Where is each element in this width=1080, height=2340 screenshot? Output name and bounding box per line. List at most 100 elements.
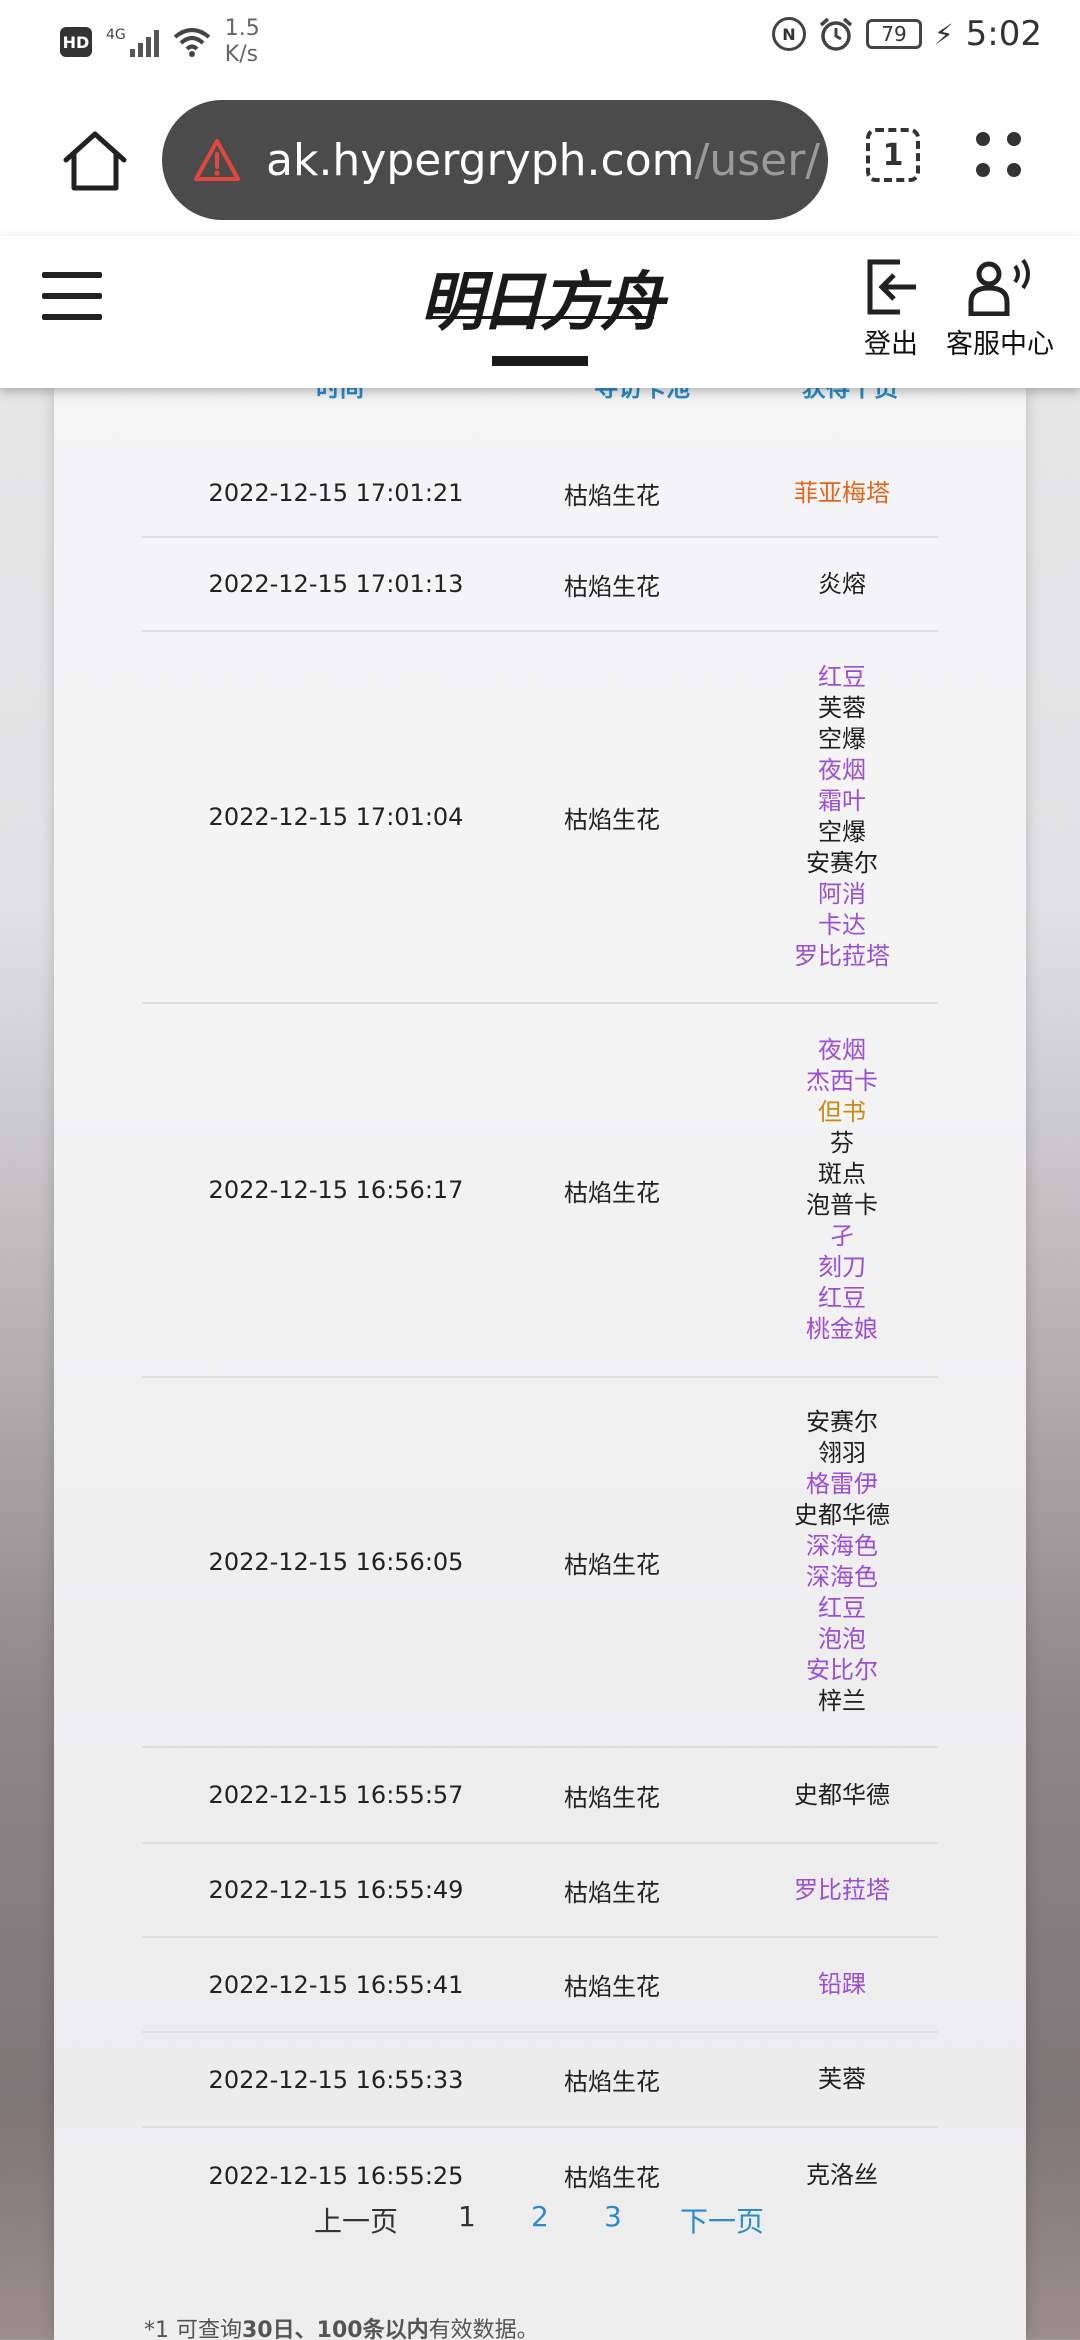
prev-page-link[interactable]: 上一页 [314, 2200, 398, 2240]
charging-icon: ⚡ [933, 17, 954, 51]
hamburger-menu-icon[interactable] [42, 272, 102, 320]
logout-icon [867, 259, 916, 315]
operator-name: 空爆 [818, 725, 866, 753]
customer-service-button[interactable]: 客服中心 [946, 258, 1054, 361]
operator-name: 空爆 [818, 818, 866, 846]
logo-stroke [426, 316, 654, 319]
table-header: 时间 寻访卡池 获得干员 [54, 374, 1026, 410]
speed-value: 1.5 [224, 16, 260, 41]
arknights-logo[interactable]: 明日方舟 [420, 258, 664, 368]
row-time: 2022-12-15 17:01:13 [208, 570, 464, 598]
operator-name: 卡达 [818, 911, 866, 939]
operator-name: 红豆 [818, 1594, 866, 1622]
operator-name: 杰西卡 [806, 1067, 878, 1095]
pagination: 上一页 1 2 3 下一页 [0, 2200, 1080, 2250]
operator-name: 克洛丝 [806, 2161, 878, 2189]
site-header: 明日方舟 登出 客服中心 [0, 236, 1080, 388]
note-sep: 、 [294, 2318, 317, 2340]
page-1[interactable]: 1 [458, 2200, 476, 2233]
operator-name: 深海色 [806, 1532, 878, 1560]
table-row: 2022-12-15 16:55:57 枯焰生花 史都华德 [142, 1748, 938, 1844]
page-3-link[interactable]: 3 [604, 2200, 622, 2233]
browser-menu-icon[interactable] [976, 132, 1026, 182]
speed-unit: K/s [224, 42, 259, 67]
operator-name: 但书 [818, 1098, 866, 1126]
operator-name: 阿消 [818, 880, 866, 908]
row-pool: 枯焰生花 [564, 805, 660, 834]
row-operators: 夜烟 杰西卡 但书芬斑点 泡普卡孑刻刀 红豆 桃金娘 [762, 1004, 922, 1376]
operator-name: 翎羽 [818, 1439, 866, 1467]
row-pool: 枯焰生花 [564, 481, 660, 510]
operator-name: 安赛尔 [806, 1408, 878, 1436]
row-time: 2022-12-15 16:55:49 [208, 1876, 464, 1904]
row-operators: 铅踝 [762, 1938, 922, 2031]
customer-service-icon [968, 258, 1030, 316]
operator-name: 深海色 [806, 1563, 878, 1591]
operator-name: 罗比菈塔 [794, 942, 890, 970]
gacha-history-card: 时间 寻访卡池 获得干员 2022-12-15 17:01:21 枯焰生花 菲亚梅塔… [54, 374, 1026, 2340]
operator-name: 梓兰 [818, 1687, 866, 1715]
row-operators: 安赛尔 翎羽 格雷伊 史都华德 深海色 深海色 红豆 泡泡 安比尔 梓兰 [762, 1378, 922, 1746]
table-row: 2022-12-15 16:55:33 枯焰生花 芙蓉 [142, 2033, 938, 2128]
row-operators: 罗比菈塔 [762, 1844, 922, 1936]
wifi-icon [173, 28, 211, 57]
table-row: 2022-12-15 17:01:04 枯焰生花 红豆 芙蓉 空爆 夜烟 霜叶 空爆 安赛尔 阿消… [142, 632, 938, 1004]
table-row: 2022-12-15 16:56:17 枯焰生花 夜烟 杰西卡 但书芬斑点 泡普卡孑刻刀红… [142, 1004, 938, 1378]
operator-name: 史都华德 [794, 1780, 890, 1809]
operator-name: 斑点 [818, 1160, 866, 1188]
logo-text: 明日方舟 [420, 265, 664, 340]
network-speed: 1.5 K/s [225, 16, 260, 68]
row-operators: 芙蓉 [762, 2033, 922, 2126]
row-pool: 枯焰生花 [564, 572, 660, 601]
row-operators: 红豆 芙蓉 空爆 夜烟 霜叶 空爆 安赛尔 阿消 卡达 罗比菈塔 [762, 632, 922, 1002]
table-row: 2022-12-15 16:55:41 枯焰生花 铅踝 [142, 1938, 938, 2033]
clock-time: 5:02 [965, 14, 1042, 54]
table-row: 2022-12-15 16:55:49 枯焰生花 罗比菈塔 [142, 1844, 938, 1938]
operator-name: 夜烟 [818, 1036, 866, 1064]
note-suffix: 有效数据。 [428, 2318, 539, 2340]
row-time: 2022-12-15 16:56:05 [208, 1548, 464, 1576]
address-bar[interactable]: ak.hypergryph.com/user/ [162, 100, 828, 220]
row-time: 2022-12-15 16:56:17 [208, 1176, 464, 1204]
operator-name: 炎熔 [818, 569, 866, 598]
operator-name: 铅踝 [818, 1970, 866, 1998]
row-operators: 炎熔 [762, 538, 922, 630]
table-row: 2022-12-15 17:01:21 枯焰生花 菲亚梅塔 [142, 450, 938, 538]
next-page-link[interactable]: 下一页 [680, 2200, 764, 2240]
row-time: 2022-12-15 17:01:21 [208, 479, 464, 507]
row-pool: 枯焰生花 [564, 2068, 660, 2096]
logout-label: 登出 [864, 329, 918, 360]
operator-name: 格雷伊 [806, 1470, 878, 1498]
note-days: 30日 [242, 2318, 295, 2340]
row-pool: 枯焰生花 [564, 1783, 660, 1812]
network-type: 4G [106, 27, 126, 43]
operator-name: 安赛尔 [806, 849, 878, 877]
operator-name: 芙蓉 [818, 694, 866, 722]
tab-switcher-button[interactable]: 1 [866, 128, 920, 182]
note-count: 100条以内 [316, 2318, 429, 2340]
table-row: 2022-12-15 16:56:05 枯焰生花 安赛尔 翎羽 格雷伊 史都华德 深海色 深海… [142, 1378, 938, 1748]
browser-toolbar: ak.hypergryph.com/user/ 1 [0, 76, 1080, 236]
operator-name: 安比尔 [806, 1656, 878, 1684]
operator-name: 史都华德 [794, 1501, 890, 1529]
query-note: *1 可查询30日、100条以内有效数据。 [144, 2312, 539, 2340]
home-icon[interactable] [60, 126, 130, 196]
row-pool: 枯焰生花 [564, 1178, 660, 1207]
row-time: 2022-12-15 16:55:41 [208, 1970, 464, 1999]
operator-name: 桃金娘 [806, 1315, 878, 1343]
operator-name: 霜叶 [818, 787, 866, 815]
customer-service-label: 客服中心 [946, 329, 1054, 360]
row-pool: 枯焰生花 [564, 1550, 660, 1579]
row-operators: 菲亚梅塔 [762, 450, 922, 536]
battery-icon: 79 [865, 19, 922, 49]
operator-name: 泡普卡 [806, 1191, 878, 1219]
battery-level: 79 [881, 22, 907, 46]
operator-name: 芬 [830, 1129, 854, 1157]
page-2-link[interactable]: 2 [531, 2200, 549, 2233]
operator-name: 夜烟 [818, 756, 866, 784]
logout-button[interactable]: 登出 [862, 258, 920, 361]
signal-bars-icon [129, 27, 159, 57]
warning-icon[interactable] [194, 137, 240, 183]
operator-name: 红豆 [818, 663, 866, 691]
url-host: ak.hypergryph.com [266, 134, 695, 186]
